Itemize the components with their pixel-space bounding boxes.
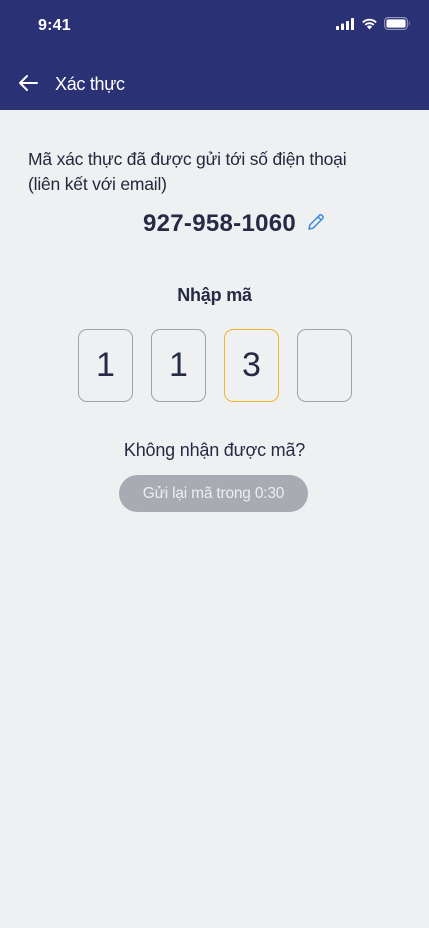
pencil-icon: [306, 212, 326, 237]
code-digit-1[interactable]: 1: [78, 329, 133, 402]
arrow-left-icon: [17, 74, 39, 97]
edit-phone-button[interactable]: [306, 212, 326, 237]
code-input-group: 1 1 3: [78, 329, 354, 403]
battery-icon: [384, 17, 411, 35]
main-content: Mã xác thực đã được gửi tới số điện thoạ…: [0, 110, 429, 928]
app-header: 9:41 Xác thực: [0, 0, 429, 110]
cellular-signal-icon: [336, 17, 355, 35]
page-title: Xác thực: [55, 74, 125, 94]
message-line-1: Mã xác thực đã được gửi tới số điện thoạ…: [28, 149, 347, 169]
nav-bar: Xác thực: [0, 60, 429, 110]
message-line-2: (liên kết với email): [28, 174, 167, 194]
code-digit-4[interactable]: [297, 329, 352, 402]
no-code-prompt: Không nhận được mã?: [123, 440, 306, 460]
phone-row: 927-958-1060: [0, 208, 429, 240]
verification-message: Mã xác thực đã được gửi tới số điện thoạ…: [28, 147, 408, 197]
status-icons: [336, 17, 411, 35]
enter-code-label: Nhập mã: [177, 285, 252, 305]
resend-code-button[interactable]: Gửi lại mã trong 0:30: [119, 475, 308, 512]
phone-number: 927-958-1060: [142, 210, 297, 237]
status-time: 9:41: [38, 17, 71, 34]
status-bar: 9:41: [0, 0, 429, 52]
code-digit-2[interactable]: 1: [151, 329, 206, 402]
resend-button-label: Gửi lại mã trong 0:30: [142, 484, 285, 502]
code-digit-3[interactable]: 3: [224, 329, 279, 402]
wifi-icon: [361, 17, 378, 35]
back-button[interactable]: [14, 72, 42, 98]
